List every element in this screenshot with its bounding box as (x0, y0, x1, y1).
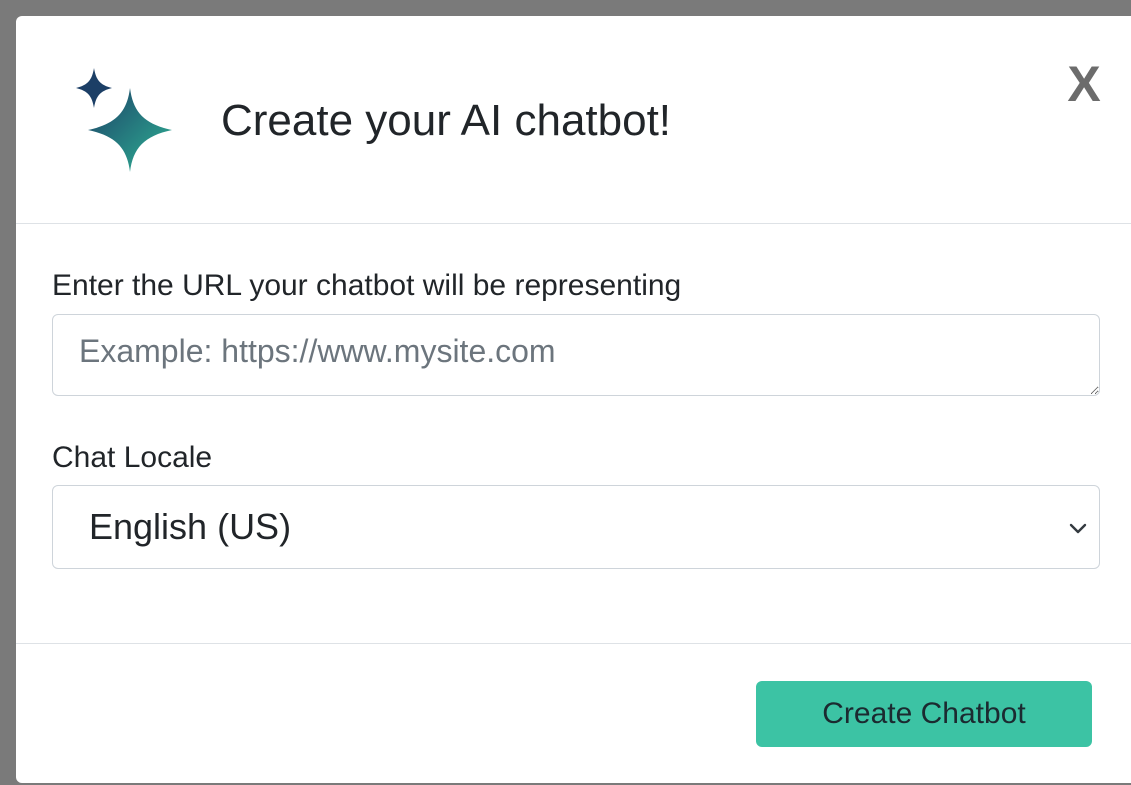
close-button[interactable]: X (1062, 56, 1106, 112)
sparkle-icon (76, 68, 172, 172)
modal-body: Enter the URL your chatbot will be repre… (16, 224, 1131, 644)
locale-select[interactable]: English (US) (52, 485, 1100, 569)
url-input[interactable] (52, 314, 1100, 396)
create-chatbot-button[interactable]: Create Chatbot (756, 681, 1092, 747)
modal-title: Create your AI chatbot! (221, 96, 672, 145)
chevron-down-icon (1069, 523, 1087, 534)
modal-footer: Create Chatbot (16, 644, 1131, 783)
modal-header: Create your AI chatbot! X (16, 16, 1131, 224)
url-field-label: Enter the URL your chatbot will be repre… (52, 269, 682, 302)
create-chatbot-modal: Create your AI chatbot! X Enter the URL … (16, 16, 1131, 783)
locale-selected-value: English (US) (89, 506, 292, 547)
locale-field-label: Chat Locale (52, 441, 213, 474)
